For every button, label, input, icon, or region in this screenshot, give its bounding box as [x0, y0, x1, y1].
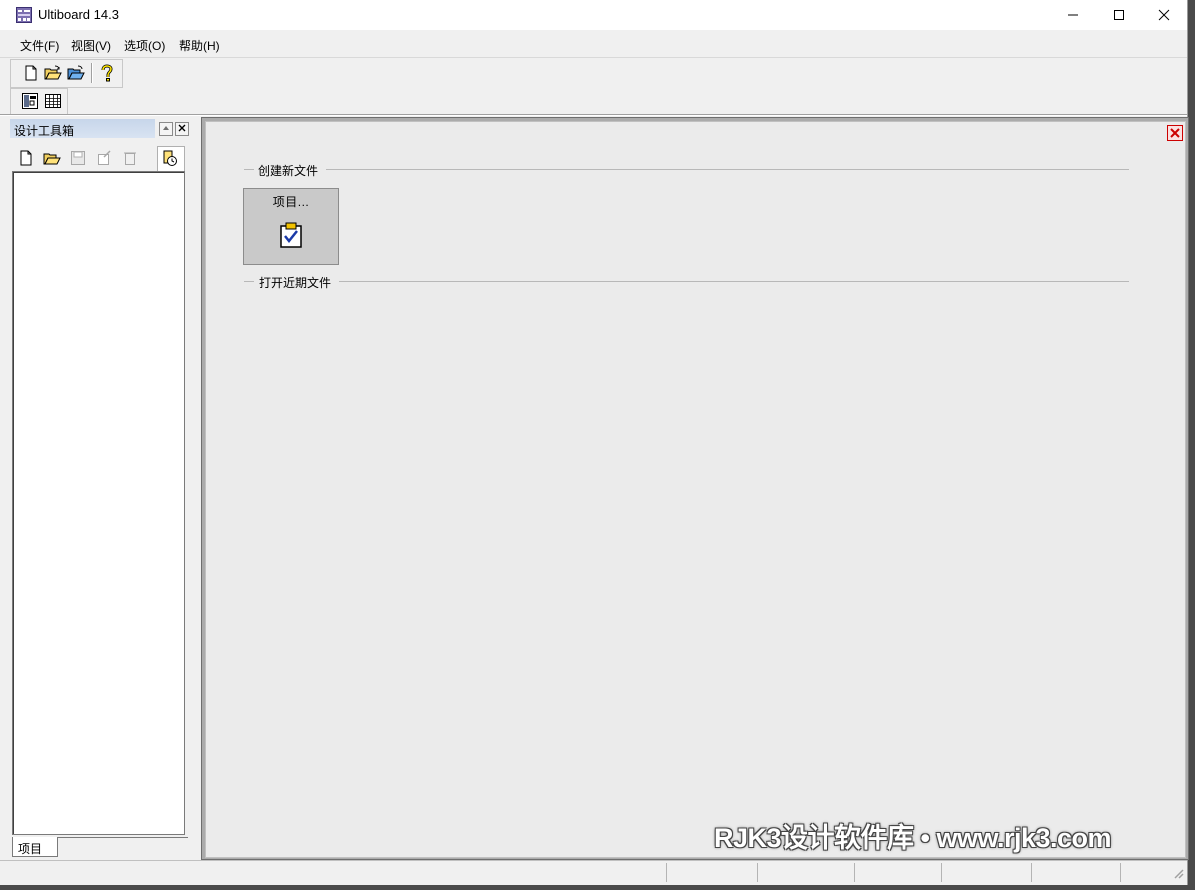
tab-project-label: 项目 — [18, 842, 43, 856]
close-icon — [178, 124, 186, 132]
recent-files-section: 打开近期文件 — [244, 274, 1129, 290]
menu-view[interactable]: 视图(V) — [71, 37, 111, 54]
tab-project[interactable]: 项目 — [12, 837, 58, 857]
title-bar: Ultiboard 14.3 — [0, 0, 1187, 30]
window-title: Ultiboard 14.3 — [38, 7, 119, 22]
new-project-label: 项目... — [272, 195, 310, 209]
toolbox-restore-button[interactable] — [159, 122, 173, 136]
toolbox-title: 设计工具箱 — [14, 124, 75, 138]
toolbar-separator — [91, 63, 93, 83]
spreadsheet-icon[interactable] — [44, 92, 62, 110]
delete-icon — [124, 152, 136, 165]
ultiboard-app-icon — [16, 7, 32, 23]
close-window-button[interactable] — [1141, 0, 1187, 30]
application-window: Ultiboard 14.3 文件(F) 视图(V) 选项(O) 帮助(H) 设… — [0, 0, 1189, 885]
toolbox-header: 设计工具箱 — [10, 119, 155, 138]
toolbox-tools — [13, 146, 187, 172]
recent-files-button[interactable] — [157, 146, 185, 172]
minimize-icon — [1068, 14, 1078, 16]
toolbox-tree[interactable] — [12, 171, 185, 835]
toolbar-divider — [0, 114, 1187, 116]
maximize-button[interactable] — [1096, 0, 1142, 30]
menu-help[interactable]: 帮助(H) — [179, 37, 220, 54]
workspace: 创建新文件 项目... 打开近期文件 RJK3设计软件库 • www.rjk3.… — [201, 117, 1189, 860]
create-new-heading: 创建新文件 — [258, 164, 319, 178]
maximize-icon — [1114, 10, 1124, 20]
open-file-icon[interactable] — [44, 64, 62, 82]
main-toolbar — [10, 59, 123, 88]
tab-strip-line — [56, 837, 188, 838]
menu-file[interactable]: 文件(F) — [20, 37, 59, 54]
rename-icon — [98, 150, 111, 165]
site-watermark: RJK3设计软件库 • www.rjk3.com — [714, 823, 1112, 853]
restore-icon — [163, 126, 169, 130]
open-project-icon[interactable] — [67, 64, 85, 82]
start-page: 创建新文件 项目... 打开近期文件 RJK3设计软件库 • www.rjk3.… — [205, 121, 1186, 858]
start-page-close-button[interactable] — [1167, 125, 1183, 141]
menu-options[interactable]: 选项(O) — [124, 37, 165, 54]
open-file-icon[interactable] — [43, 149, 61, 167]
new-project-button[interactable]: 项目... — [243, 188, 339, 265]
clipboard-check-icon — [280, 222, 302, 248]
resize-grip-icon[interactable] — [1172, 867, 1184, 879]
create-new-section: 创建新文件 — [244, 162, 1129, 178]
minimize-button[interactable] — [1050, 0, 1096, 30]
recent-files-icon — [163, 150, 177, 166]
menu-bar: 文件(F) 视图(V) 选项(O) 帮助(H) — [0, 31, 1187, 58]
status-bar — [0, 860, 1187, 885]
close-icon — [1158, 9, 1170, 21]
recent-files-heading: 打开近期文件 — [259, 276, 332, 290]
help-icon[interactable] — [98, 64, 116, 82]
view-toolbar — [10, 88, 68, 115]
toolbox-close-button[interactable] — [175, 122, 189, 136]
new-file-icon[interactable] — [22, 64, 40, 82]
save-icon — [71, 151, 85, 165]
design-toolbox-icon[interactable] — [21, 92, 39, 110]
new-file-icon[interactable] — [17, 149, 35, 167]
design-toolbox-panel: 设计工具箱 项目 — [9, 118, 193, 859]
close-icon — [1170, 128, 1180, 138]
